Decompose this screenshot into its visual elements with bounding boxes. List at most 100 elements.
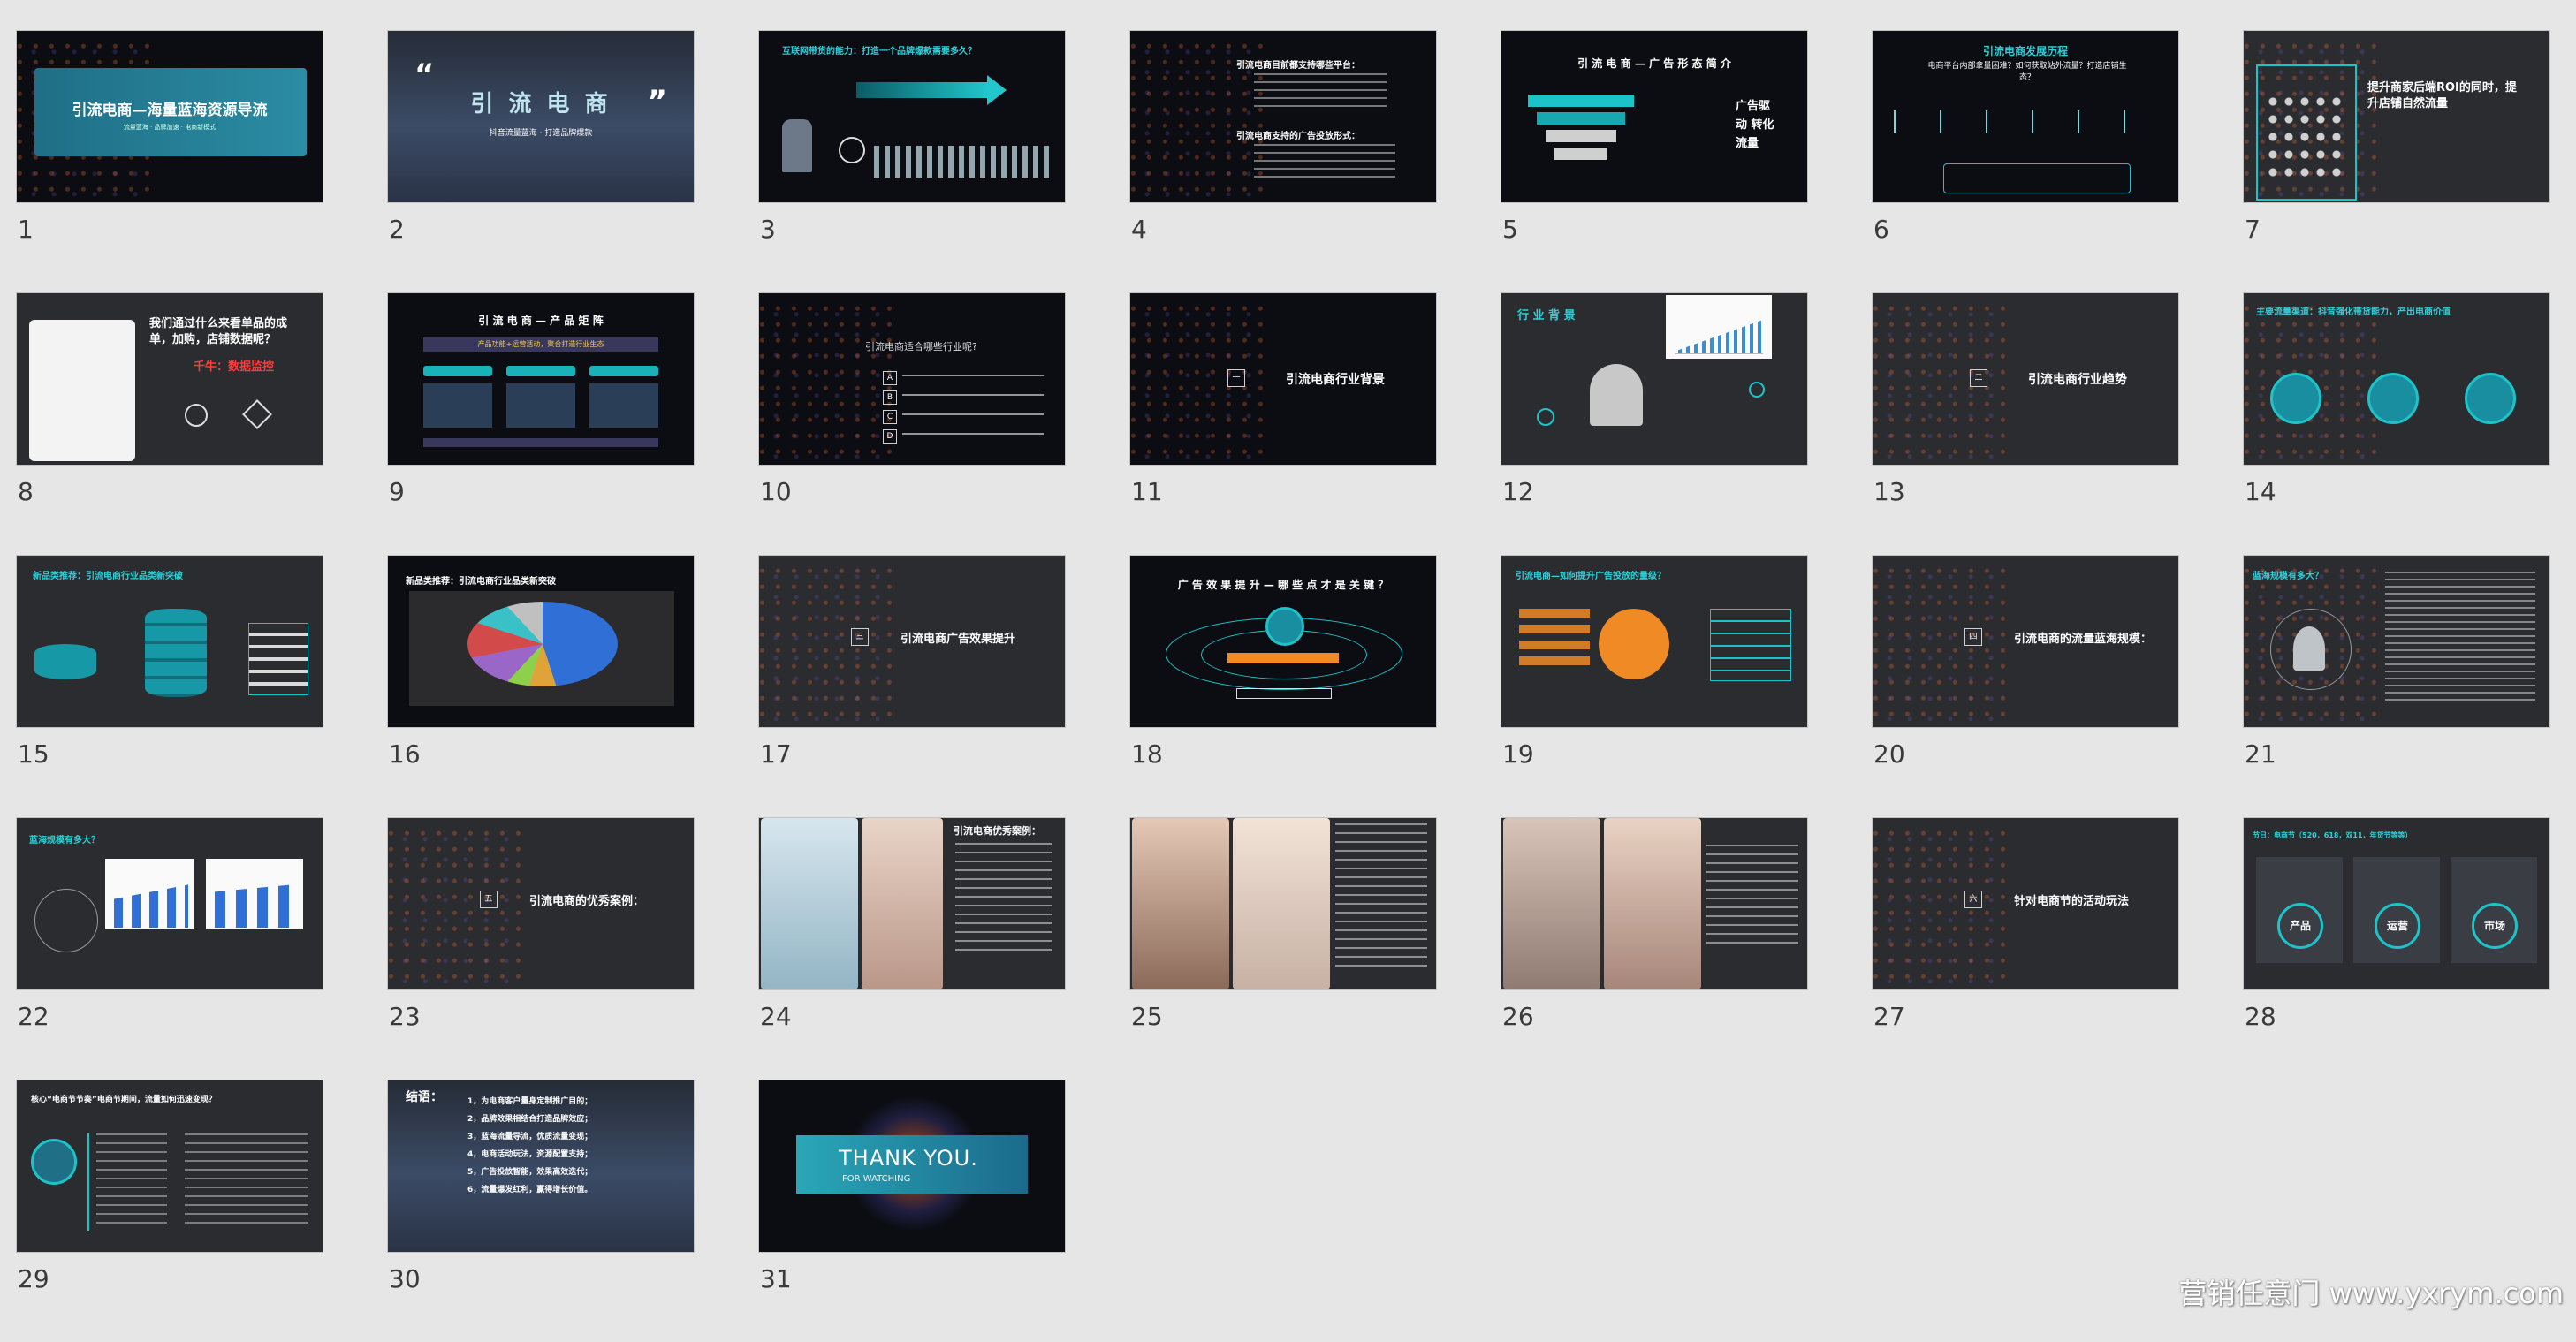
slide-thumbnail-12[interactable]: 行 业 背 景 <box>1501 292 1808 466</box>
slide-title: THANK YOU. <box>839 1146 978 1171</box>
slide-cell: 四 引流电商的流量蓝海规模： 20 <box>1872 555 2179 817</box>
slide-thumbnail-9[interactable]: 引 流 电 商 — 产 品 矩 阵 产品功能+运营活动，聚合打造行业生态 <box>387 292 695 466</box>
slide-cell: 我们通过什么来看单品的成单，加购，店铺数据呢？ 千牛：数据监控 8 <box>16 292 323 555</box>
slide-thumbnail-7[interactable]: 提升商家后端ROI的同时，提升店铺自然流量 <box>2243 30 2550 203</box>
slide-thumbnail-4[interactable]: 引流电商目前都支持哪些平台： 引流电商支持的广告投放形式： <box>1129 30 1437 203</box>
slide-number: 15 <box>18 739 49 769</box>
slide-title: 蓝海规模有多大？ <box>29 836 100 845</box>
slide-cell: 26 <box>1501 817 1808 1080</box>
team-icon <box>839 137 865 163</box>
option-b-icon: B <box>883 390 897 405</box>
slide-title: 主要流量渠道：抖音强化带货能力，产出电商价值 <box>2256 307 2451 317</box>
slide-cell: 蓝海规模有多大？ 22 <box>16 817 323 1080</box>
slide-cell: 引 流 电 商 — 产 品 矩 阵 产品功能+运营活动，聚合打造行业生态 9 <box>387 292 695 555</box>
slide-thumbnail-1[interactable]: 引流电商—海量蓝海资源导流 流量蓝海 · 品牌加速 · 电商新模式 <box>16 30 323 203</box>
slide-cell: 结语： 1，为电商客户量身定制推广目的； 2，品牌效果相结合打造品牌效应； 3，… <box>387 1080 695 1342</box>
arrow-bar <box>856 82 989 98</box>
phone-screenshot <box>761 818 858 989</box>
slide-thumbnail-28[interactable]: 节日：电商节（520，618，双11，年货节等等） 产品 运营 市场 <box>2243 817 2550 990</box>
chat-icon <box>1749 382 1765 398</box>
slide-thumbnail-19[interactable]: 引流电商—如何提升广告投放的量级？ <box>1501 555 1808 728</box>
slide-cell: 引流电商优秀案例： 24 <box>758 817 1066 1080</box>
slide-number: 14 <box>2245 477 2276 506</box>
slide-number: 31 <box>760 1264 792 1293</box>
slide-number: 29 <box>18 1264 49 1293</box>
slide-thumbnail-25[interactable] <box>1129 817 1437 990</box>
slide-cell: 新品类推荐：引流电商行业品类新突破 16 <box>387 555 695 817</box>
slide-thumbnail-14[interactable]: 主要流量渠道：抖音强化带货能力，产出电商价值 <box>2243 292 2550 466</box>
slide-thumbnail-16[interactable]: 新品类推荐：引流电商行业品类新突破 <box>387 555 695 728</box>
matrix-body <box>423 383 658 428</box>
slide-sorter-grid: 引流电商—海量蓝海资源导流 流量蓝海 · 品牌加速 · 电商新模式 1 “ ” … <box>16 30 2550 1342</box>
slide-title: 引流电商发展历程 <box>1982 45 2068 57</box>
slide-thumbnail-10[interactable]: 引流电商适合哪些行业呢? A B C D <box>758 292 1066 466</box>
slide-thumbnail-20[interactable]: 四 引流电商的流量蓝海规模： <box>1872 555 2179 728</box>
slide-thumbnail-6[interactable]: 引流电商发展历程 电商平台内部拿量困难？如何获取站外流量？打造店铺生态？ <box>1872 30 2179 203</box>
closing-item: 1，为电商客户量身定制推广目的； <box>467 1097 593 1106</box>
slide-cell: 蓝海规模有多大？ 21 <box>2243 555 2550 817</box>
channel-circle <box>2367 373 2419 424</box>
slide-number: 5 <box>1502 215 1518 244</box>
slide-thumbnail-31[interactable]: THANK YOU. FOR WATCHING <box>758 1080 1066 1253</box>
text-block <box>955 843 1052 958</box>
slide-number: 23 <box>389 1002 421 1031</box>
slide-thumbnail-15[interactable]: 新品类推荐：引流电商行业品类新突破 <box>16 555 323 728</box>
slide-title: 结语： <box>406 1090 443 1104</box>
slide-thumbnail-11[interactable]: 一 引流电商行业背景 <box>1129 292 1437 466</box>
slide-title: 广 告 效 果 提 升 — 哪 些 点 才 是 关 键 ？ <box>1177 579 1389 591</box>
slide-thumbnail-29[interactable]: 核心“电商节节奏”电商节期间，流量如何迅速变现？ <box>16 1080 323 1253</box>
slide-number: 7 <box>2245 215 2261 244</box>
slide-thumbnail-26[interactable] <box>1501 817 1808 990</box>
slide-thumbnail-13[interactable]: 二 引流电商行业趋势 <box>1872 292 2179 466</box>
phone-screenshot <box>1503 818 1600 989</box>
slide-thumbnail-18[interactable]: 广 告 效 果 提 升 — 哪 些 点 才 是 关 键 ？ <box>1129 555 1437 728</box>
slide-thumbnail-23[interactable]: 五 引流电商的优秀案例： <box>387 817 695 990</box>
funnel-level <box>1546 130 1616 142</box>
slide-thumbnail-5[interactable]: 引 流 电 商 — 广 告 形 态 简 介 广告驱动 转化流量 <box>1501 30 1808 203</box>
slide-number: 8 <box>18 477 34 506</box>
section-number-icon: 六 <box>1964 891 1982 908</box>
pill-product: 产品 <box>2277 903 2323 949</box>
slide-title: 新品类推荐：引流电商行业品类新突破 <box>406 577 556 587</box>
slide-thumbnail-30[interactable]: 结语： 1，为电商客户量身定制推广目的； 2，品牌效果相结合打造品牌效应； 3，… <box>387 1080 695 1253</box>
slide-number: 3 <box>760 215 776 244</box>
slide-thumbnail-24[interactable]: 引流电商优秀案例： <box>758 817 1066 990</box>
section-number-icon: 一 <box>1227 369 1245 387</box>
avatar-grid <box>2265 93 2344 181</box>
slide-number: 26 <box>1502 1002 1534 1031</box>
slide-cell: 引流电商—如何提升广告投放的量级？ 19 <box>1501 555 1808 817</box>
slide-thumbnail-3[interactable]: 互联网带货的能力：打造一个品牌爆款需要多久？ <box>758 30 1066 203</box>
option-d-icon: D <box>883 429 897 444</box>
slide-number: 9 <box>389 477 405 506</box>
slide-thumbnail-27[interactable]: 六 针对电商节的活动玩法 <box>1872 817 2179 990</box>
slide-number: 13 <box>1873 477 1905 506</box>
presenter-figure <box>782 119 812 172</box>
arrow-head-icon <box>987 75 1007 105</box>
phone-screenshot <box>1132 818 1229 989</box>
cylinder-left <box>34 644 96 679</box>
text-block <box>2385 572 2535 704</box>
slide-cell: 行 业 背 景 12 <box>1501 292 1808 555</box>
slide-thumbnail-17[interactable]: 三 引流电商广告效果提升 <box>758 555 1066 728</box>
iceberg-image <box>2293 626 2325 671</box>
funnel-level <box>1554 148 1607 160</box>
slide-thumbnail-22[interactable]: 蓝海规模有多大？ <box>16 817 323 990</box>
slide-thumbnail-8[interactable]: 我们通过什么来看单品的成单，加购，店铺数据呢？ 千牛：数据监控 <box>16 292 323 466</box>
phone-screenshot <box>862 818 943 989</box>
slide-title: 引 流 电 商 <box>470 91 612 118</box>
slide-number: 17 <box>760 739 792 769</box>
slide-thumbnail-21[interactable]: 蓝海规模有多大？ <box>2243 555 2550 728</box>
pill-operation: 运营 <box>2375 903 2420 949</box>
slide-subtitle: 抖音流量蓝海 · 打造品牌爆款 <box>489 129 593 138</box>
slide-number: 18 <box>1131 739 1163 769</box>
text-lines <box>1254 73 1387 109</box>
slide-title: 行 业 背 景 <box>1517 309 1576 322</box>
slide-title: 引流电商—海量蓝海资源导流 <box>72 102 268 119</box>
slide-cell: 一 引流电商行业背景 11 <box>1129 292 1437 555</box>
slide-number: 10 <box>760 477 792 506</box>
slide-title: 蓝海规模有多大？ <box>2253 572 2323 581</box>
text-lines <box>1254 144 1395 179</box>
slide-thumbnail-2[interactable]: “ ” 引 流 电 商 抖音流量蓝海 · 打造品牌爆款 <box>387 30 695 203</box>
slide-number: 2 <box>389 215 405 244</box>
closing-item: 3，蓝海流量导流，优质流量变现； <box>467 1133 593 1141</box>
